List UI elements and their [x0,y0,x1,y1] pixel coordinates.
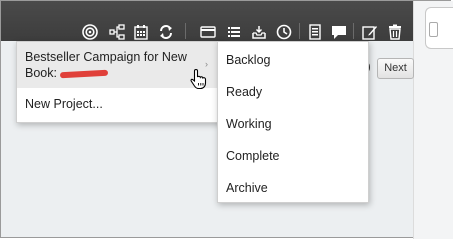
target-icon[interactable] [81,23,99,41]
comment-icon[interactable] [330,23,348,41]
toolbar-separator [299,23,300,39]
toolbar-separator [185,23,186,39]
redaction-mark [59,69,109,78]
edit-icon[interactable] [361,23,379,41]
submenu-item-label: Complete [226,149,280,163]
clock-icon[interactable] [275,23,293,41]
submenu-item-ready[interactable]: Ready [218,76,368,108]
submenu-item-backlog[interactable]: Backlog [218,44,368,76]
menu-item-new-project[interactable]: New Project... [17,89,223,121]
submenu-item-archive[interactable]: Archive [218,172,368,204]
submenu-item-working[interactable]: Working [218,108,368,140]
submenu-item-label: Backlog [226,53,271,67]
app-window: ) Next Bestseller Campaign for New Book:… [0,0,453,239]
calendar-icon[interactable] [132,23,150,41]
hand-cursor-icon [189,68,209,90]
inbox-tray-icon[interactable] [250,23,268,41]
menu-item-label: Bestseller Campaign for New Book: [25,50,187,80]
project-menu: Bestseller Campaign for New Book: › New … [16,41,224,123]
submenu-item-complete[interactable]: Complete [218,140,368,172]
toolbar [1,1,413,41]
menu-item-label: New Project... [25,97,103,111]
toolbar-separator [353,23,354,39]
list-icon[interactable] [225,23,243,41]
side-panel-tab[interactable] [425,7,453,49]
submenu-item-label: Ready [226,85,263,99]
document-list-icon[interactable] [306,23,324,41]
status-submenu: Backlog Ready Working Complete Archive [217,41,369,203]
refresh-icon[interactable] [157,23,175,41]
next-button[interactable]: Next [377,58,414,79]
menu-item-bestseller-campaign[interactable]: Bestseller Campaign for New Book: › [17,42,223,90]
submenu-item-label: Archive [226,181,268,195]
card-icon[interactable] [199,23,217,41]
submenu-item-label: Working [226,117,272,131]
tab-handle-icon [429,22,438,37]
trash-icon[interactable] [386,23,404,41]
hierarchy-icon[interactable] [108,23,126,41]
